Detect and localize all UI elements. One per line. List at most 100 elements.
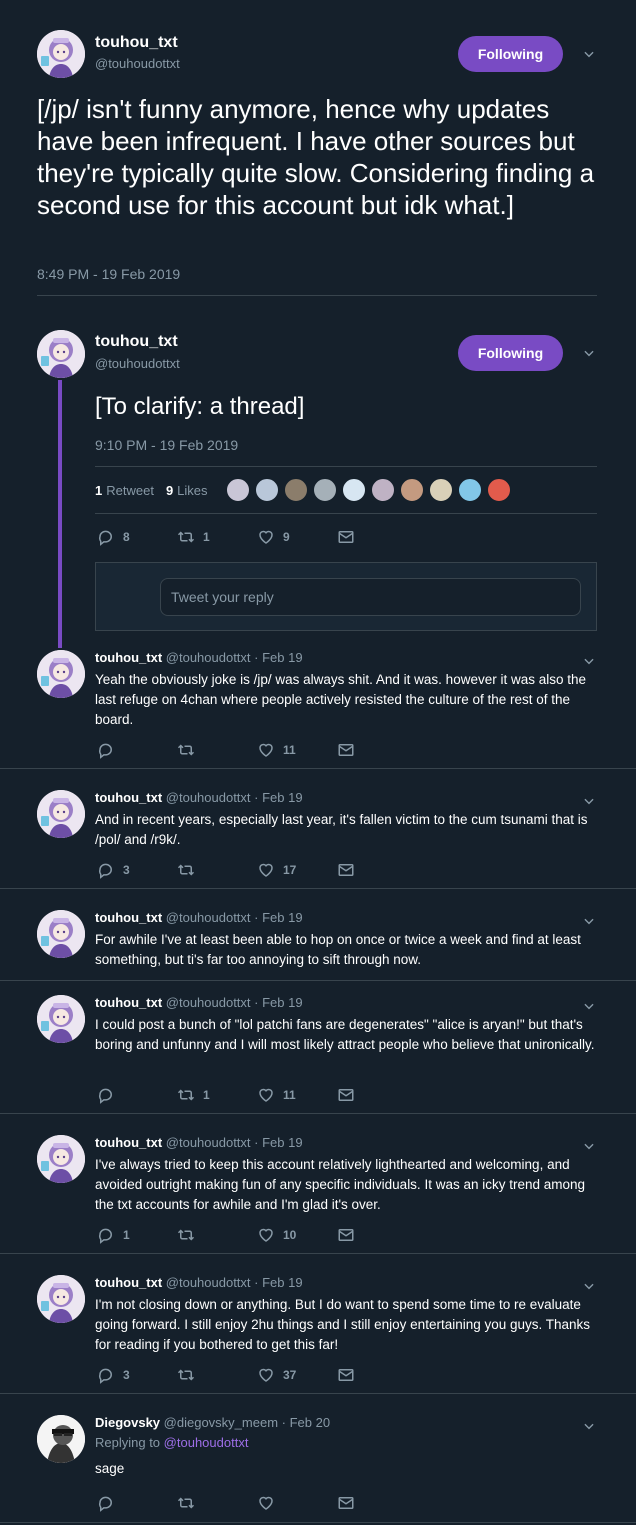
following-button[interactable]: Following	[458, 36, 563, 72]
author-handle[interactable]: @touhoudottxt	[166, 1275, 251, 1290]
reply-text: I could post a bunch of "lol patchi fans…	[95, 1017, 595, 1052]
divider	[0, 1253, 636, 1254]
retweet-button[interactable]	[177, 741, 257, 759]
chevron-down-icon[interactable]	[582, 47, 596, 61]
avatar[interactable]	[37, 995, 85, 1043]
avatar[interactable]	[37, 910, 85, 958]
reply-date[interactable]: · Feb 20	[282, 1415, 330, 1430]
liker-avatar[interactable]	[428, 478, 453, 502]
reply-input[interactable]: Tweet your reply	[160, 578, 581, 616]
envelope-icon	[337, 528, 355, 546]
like-button[interactable]	[257, 1494, 337, 1512]
author-handle[interactable]: @touhoudottxt	[95, 356, 180, 371]
like-button[interactable]: 37	[257, 1366, 337, 1384]
reply-button[interactable]: 3	[97, 861, 177, 879]
direct-message-button[interactable]	[337, 1086, 417, 1104]
chevron-down-icon[interactable]	[582, 1279, 596, 1293]
liker-avatar[interactable]	[341, 478, 366, 502]
liker-avatar[interactable]	[312, 478, 337, 502]
avatar[interactable]	[37, 330, 85, 378]
avatar[interactable]	[37, 790, 85, 838]
reply-date[interactable]: · Feb 19	[254, 790, 302, 805]
liker-avatar[interactable]	[225, 478, 250, 502]
retweet-button[interactable]	[177, 1226, 257, 1244]
reply-actions: 11	[97, 741, 417, 759]
retweet-stat[interactable]: 1 Retweet	[95, 483, 154, 498]
reply-button[interactable]	[97, 1086, 177, 1104]
author-name[interactable]: touhou_txt	[95, 333, 178, 351]
direct-message-button[interactable]	[337, 741, 417, 759]
reply-button[interactable]	[97, 741, 177, 759]
like-button[interactable]: 11	[257, 1086, 337, 1104]
reply-date[interactable]: · Feb 19	[254, 1135, 302, 1150]
chevron-down-icon[interactable]	[582, 794, 596, 808]
direct-message-button[interactable]	[337, 1226, 417, 1244]
avatar[interactable]	[37, 30, 85, 78]
tweet-stats: 1 Retweet 9 Likes	[95, 466, 597, 514]
avatar[interactable]	[37, 1415, 85, 1463]
like-button[interactable]: 10	[257, 1226, 337, 1244]
direct-message-button[interactable]	[337, 1494, 417, 1512]
liker-avatar[interactable]	[370, 478, 395, 502]
heart-icon	[257, 1226, 275, 1244]
author-name[interactable]: touhou_txt	[95, 995, 162, 1010]
following-button[interactable]: Following	[458, 335, 563, 371]
tweet-timestamp[interactable]: 9:10 PM - 19 Feb 2019	[95, 437, 238, 453]
author-name[interactable]: touhou_txt	[95, 910, 162, 925]
retweet-button[interactable]: 1	[177, 1086, 257, 1104]
reply-date[interactable]: · Feb 19	[254, 1275, 302, 1290]
liker-avatar[interactable]	[457, 478, 482, 502]
author-handle[interactable]: @touhoudottxt	[166, 910, 251, 925]
author-name[interactable]: touhou_txt	[95, 650, 162, 665]
retweet-button[interactable]	[177, 1366, 257, 1384]
avatar-image-icon	[37, 790, 85, 838]
chevron-down-icon[interactable]	[582, 1419, 596, 1433]
direct-message-button[interactable]	[337, 528, 417, 546]
avatar[interactable]	[37, 650, 85, 698]
divider	[0, 1393, 636, 1394]
reply-button[interactable]: 8	[97, 528, 177, 546]
chevron-down-icon[interactable]	[582, 346, 596, 360]
author-handle[interactable]: @touhoudottxt	[166, 1135, 251, 1150]
envelope-icon	[337, 1494, 355, 1512]
chevron-down-icon[interactable]	[582, 999, 596, 1013]
reply-date[interactable]: · Feb 19	[254, 910, 302, 925]
tweet-timestamp[interactable]: 8:49 PM - 19 Feb 2019	[37, 266, 180, 282]
like-button[interactable]: 17	[257, 861, 337, 879]
author-handle[interactable]: @touhoudottxt	[166, 995, 251, 1010]
liker-avatar[interactable]	[283, 478, 308, 502]
author-name[interactable]: touhou_txt	[95, 1275, 162, 1290]
reply-button[interactable]	[97, 1494, 177, 1512]
direct-message-button[interactable]	[337, 861, 417, 879]
reply-date[interactable]: · Feb 19	[254, 650, 302, 665]
author-name[interactable]: touhou_txt	[95, 34, 178, 52]
like-button[interactable]: 9	[257, 528, 337, 546]
liker-avatar[interactable]	[486, 478, 511, 502]
retweet-button[interactable]	[177, 861, 257, 879]
chevron-down-icon[interactable]	[582, 914, 596, 928]
direct-message-button[interactable]	[337, 1366, 417, 1384]
like-button[interactable]: 11	[257, 741, 337, 759]
avatar[interactable]	[37, 1135, 85, 1183]
retweet-button[interactable]	[177, 1494, 257, 1512]
liker-avatar[interactable]	[254, 478, 279, 502]
like-stat[interactable]: 9 Likes	[166, 483, 208, 498]
author-handle[interactable]: @touhoudottxt	[166, 790, 251, 805]
chevron-down-icon[interactable]	[582, 654, 596, 668]
reply-button[interactable]: 3	[97, 1366, 177, 1384]
author-handle[interactable]: @touhoudottxt	[166, 650, 251, 665]
author-handle[interactable]: @diegovsky_meem	[164, 1415, 278, 1430]
retweet-button[interactable]: 1	[177, 528, 257, 546]
heart-icon	[257, 1366, 275, 1384]
liker-avatar[interactable]	[399, 478, 424, 502]
author-name[interactable]: Diegovsky	[95, 1415, 160, 1430]
reply-button[interactable]: 1	[97, 1226, 177, 1244]
author-name[interactable]: touhou_txt	[95, 1135, 162, 1150]
replying-to-link[interactable]: @touhoudottxt	[164, 1435, 249, 1450]
reply-date[interactable]: · Feb 19	[254, 995, 302, 1010]
retweet-icon	[177, 1086, 195, 1104]
chevron-down-icon[interactable]	[582, 1139, 596, 1153]
avatar[interactable]	[37, 1275, 85, 1323]
author-name[interactable]: touhou_txt	[95, 790, 162, 805]
author-handle[interactable]: @touhoudottxt	[95, 56, 180, 71]
